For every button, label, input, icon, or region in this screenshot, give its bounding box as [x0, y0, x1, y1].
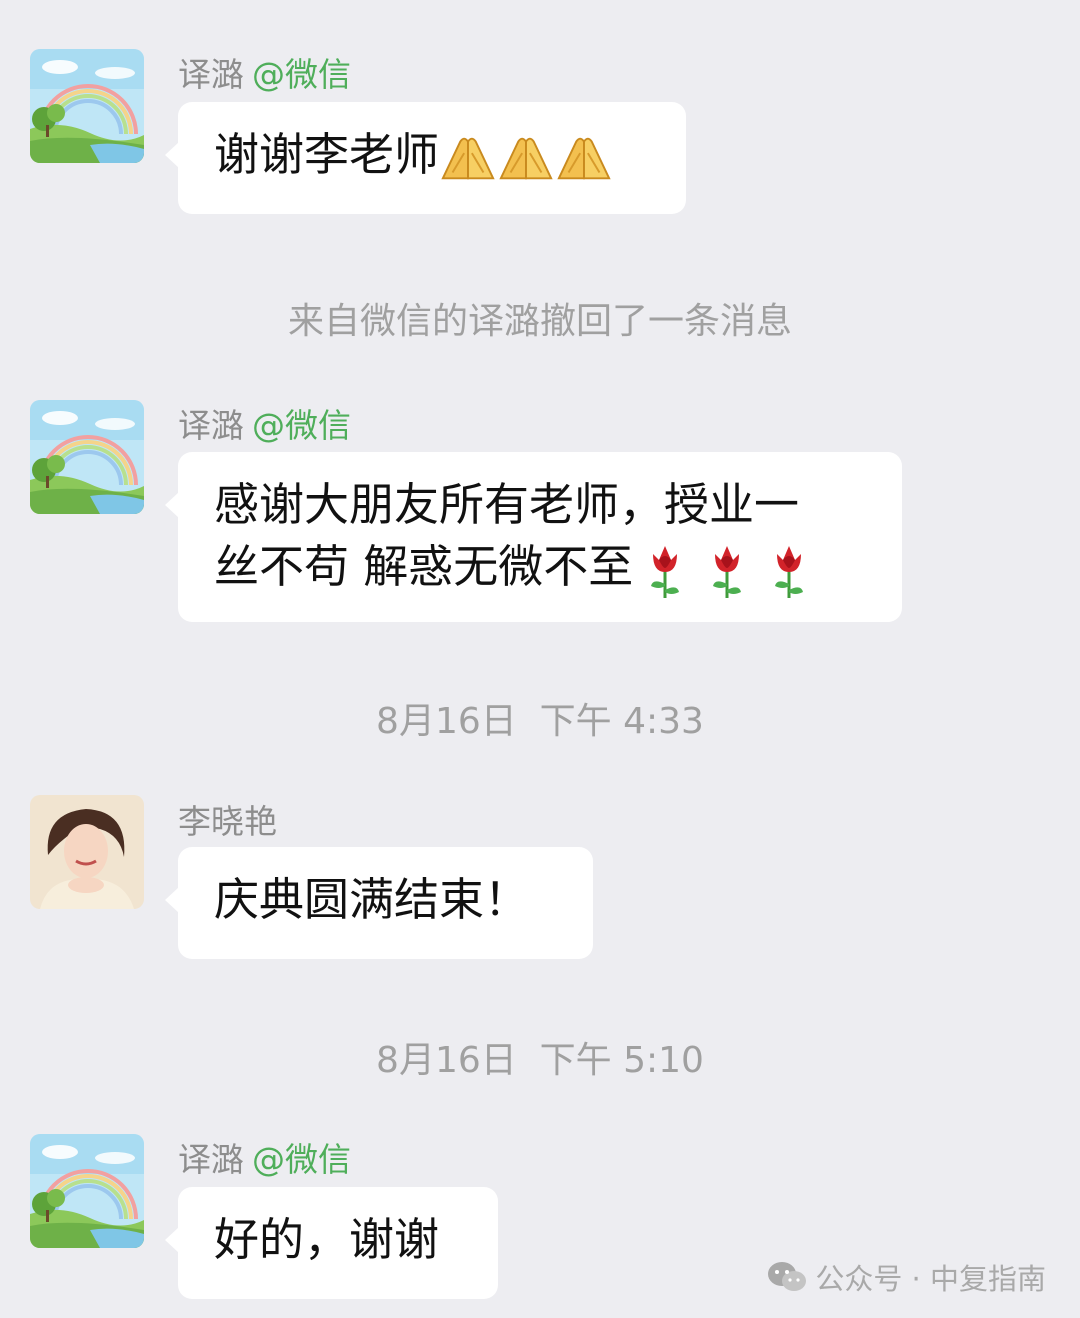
- message-text: 好的，谢谢: [214, 1213, 440, 1266]
- folded-hands-icon: [555, 132, 613, 184]
- avatar[interactable]: [30, 49, 144, 163]
- folded-hands-icon: [439, 132, 497, 184]
- message-bubble[interactable]: 谢谢李老师: [165, 102, 686, 214]
- sender-name: 译潞 @微信: [178, 399, 351, 447]
- sender-name: 李晓艳: [178, 795, 277, 843]
- folded-hands-icon: [497, 132, 555, 184]
- sender-source-tag: @微信: [252, 1140, 351, 1179]
- avatar[interactable]: [30, 400, 144, 514]
- watermark-text: 公众号 · 中复指南: [815, 1262, 1046, 1296]
- message-text-line: 感谢大朋友所有老师，授业一: [214, 478, 800, 531]
- wechat-icon: [767, 1260, 807, 1294]
- sender-nickname: 译潞: [178, 406, 244, 445]
- rose-icon: [645, 540, 685, 600]
- sender-source-tag: @微信: [252, 406, 351, 445]
- sender-name: 译潞 @微信: [178, 48, 351, 96]
- message-text: 庆典圆满结束！: [214, 873, 530, 926]
- rose-icon: [769, 540, 809, 600]
- watermark: 公众号 · 中复指南: [767, 1256, 1046, 1298]
- avatar[interactable]: [30, 1134, 144, 1248]
- message-bubble[interactable]: 好的，谢谢: [165, 1187, 498, 1299]
- sender-nickname: 译潞: [178, 55, 244, 94]
- timestamp: 8月16日 下午 4:33: [376, 701, 704, 742]
- sender-source-tag: @微信: [252, 55, 351, 94]
- message-bubble[interactable]: 感谢大朋友所有老师，授业一 丝不苟 解惑无微不至: [165, 452, 902, 622]
- woman-avatar-image: [30, 795, 144, 909]
- avatar[interactable]: [30, 795, 144, 909]
- timestamp: 8月16日 下午 5:10: [376, 1040, 704, 1081]
- rainbow-avatar-image: [30, 1134, 144, 1248]
- message-bubble[interactable]: 庆典圆满结束！: [165, 847, 593, 959]
- rainbow-avatar-image: [30, 49, 144, 163]
- rainbow-avatar-image: [30, 400, 144, 514]
- sender-name: 译潞 @微信: [178, 1133, 351, 1181]
- rose-icon: [707, 540, 747, 600]
- recall-notice: 来自微信的译潞撤回了一条消息: [287, 301, 792, 342]
- message-text: 谢谢李老师: [214, 128, 440, 181]
- sender-nickname: 译潞: [178, 1140, 244, 1179]
- message-text-line: 丝不苟 解惑无微不至: [214, 540, 634, 593]
- sender-nickname: 李晓艳: [178, 802, 277, 841]
